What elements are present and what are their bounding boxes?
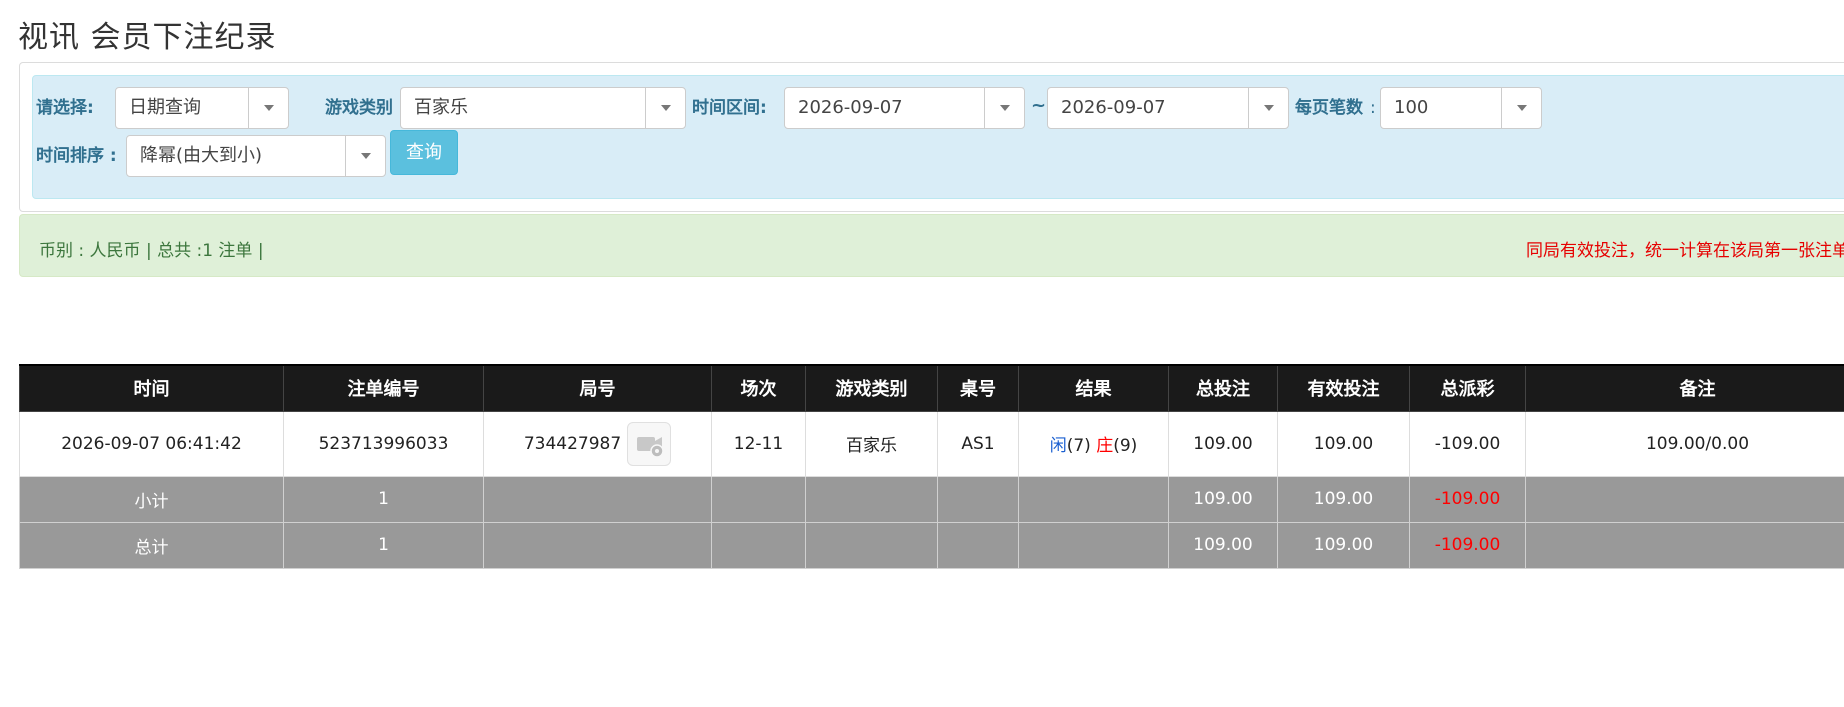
grand-total-row: 总计 1 109.00 109.00 -109.00 (19, 521, 1844, 569)
game-type-select[interactable]: 百家乐 (400, 87, 686, 129)
date-to-select[interactable]: 2026-09-07 (1047, 87, 1289, 129)
subtotal-count: 1 (283, 475, 484, 523)
empty-cell (1018, 521, 1169, 569)
header-session: 场次 (711, 364, 806, 412)
result-player-value: (7) (1066, 436, 1091, 456)
bet-records-table: 时间 注单编号 局号 场次 游戏类别 桌号 结果 总投注 有效投注 总派彩 备注… (19, 364, 1844, 569)
header-round-no: 局号 (483, 364, 712, 412)
subtotal-valid-bet: 109.00 (1277, 475, 1410, 523)
subtotal-label: 小计 (19, 475, 284, 523)
cell-valid-bet: 109.00 (1277, 410, 1410, 477)
select-label: 请选择: (36, 98, 94, 118)
header-bet-id: 注单编号 (283, 364, 484, 412)
sort-value: 降幂(由大到小) (140, 145, 263, 166)
cell-time: 2026-09-07 06:41:42 (19, 410, 284, 477)
grand-total-valid-bet: 109.00 (1277, 521, 1410, 569)
game-type-label: 游戏类别 (325, 98, 393, 118)
header-payout: 总派彩 (1409, 364, 1526, 412)
cell-game-type: 百家乐 (805, 410, 938, 477)
cell-remark: 109.00/0.00 (1525, 410, 1844, 477)
empty-cell (483, 521, 712, 569)
empty-cell (1525, 475, 1844, 523)
empty-cell (711, 475, 806, 523)
chevron-down-icon[interactable] (248, 88, 288, 128)
sort-select[interactable]: 降幂(由大到小) (126, 135, 386, 177)
table-row: 2026-09-07 06:41:42 523713996033 7344279… (19, 410, 1844, 477)
cell-session: 12-11 (711, 410, 806, 477)
range-separator: ~ (1031, 95, 1047, 116)
empty-cell (805, 521, 938, 569)
cell-table-no: AS1 (937, 410, 1019, 477)
chevron-down-icon[interactable] (345, 136, 385, 176)
chevron-down-icon[interactable] (984, 88, 1024, 128)
query-type-value: 日期查询 (129, 97, 201, 118)
info-bar: 币别 : 人民币 | 总共 :1 注单 | 同局有效投注，统一计算在该局第一张注… (19, 214, 1844, 277)
subtotal-payout: -109.00 (1409, 475, 1526, 523)
per-page-colon: : (1370, 98, 1376, 118)
game-type-value: 百家乐 (414, 97, 468, 118)
result-player-label: 闲 (1049, 436, 1067, 456)
empty-cell (483, 475, 712, 523)
cell-result: 闲(7) 庄(9) (1018, 410, 1169, 477)
header-game-type: 游戏类别 (805, 364, 938, 412)
per-page-label: 每页笔数 (1295, 98, 1363, 118)
header-table-no: 桌号 (937, 364, 1019, 412)
result-banker-label: 庄 (1096, 436, 1114, 456)
empty-cell (711, 521, 806, 569)
empty-cell (937, 521, 1019, 569)
table-header-row: 时间 注单编号 局号 场次 游戏类别 桌号 结果 总投注 有效投注 总派彩 备注 (19, 364, 1844, 412)
per-page-select[interactable]: 100 (1380, 87, 1542, 129)
time-range-label: 时间区间: (692, 98, 767, 118)
query-type-select[interactable]: 日期查询 (115, 87, 289, 129)
cell-round-no: 734427987 (483, 410, 712, 477)
chevron-down-icon[interactable] (1501, 88, 1541, 128)
header-time: 时间 (19, 364, 284, 412)
cell-total-bet: 109.00 (1168, 410, 1278, 477)
sort-label: 时间排序 : (36, 146, 117, 166)
date-to-value: 2026-09-07 (1061, 97, 1166, 118)
empty-cell (937, 475, 1019, 523)
empty-cell (805, 475, 938, 523)
valid-bet-note: 同局有效投注，统一计算在该局第一张注单 (1526, 241, 1844, 261)
page-title: 视讯 会员下注纪录 (18, 20, 277, 55)
filter-panel: 请选择: 日期查询 游戏类别 百家乐 时间区间: 2026-09-07 ~ 20… (19, 62, 1844, 212)
bet-summary: 币别 : 人民币 | 总共 :1 注单 | (39, 241, 264, 261)
per-page-value: 100 (1394, 97, 1429, 118)
result-banker-value: (9) (1113, 436, 1138, 456)
grand-total-total-bet: 109.00 (1168, 521, 1278, 569)
video-replay-icon[interactable] (627, 421, 672, 466)
round-no-text: 734427987 (523, 433, 622, 454)
header-total-bet: 总投注 (1168, 364, 1278, 412)
header-remark: 备注 (1525, 364, 1844, 412)
cell-payout: -109.00 (1409, 410, 1526, 477)
grand-total-count: 1 (283, 521, 484, 569)
subtotal-row: 小计 1 109.00 109.00 -109.00 (19, 475, 1844, 523)
query-button[interactable]: 查询 (390, 130, 458, 175)
header-valid-bet: 有效投注 (1277, 364, 1410, 412)
cell-bet-id: 523713996033 (283, 410, 484, 477)
date-from-select[interactable]: 2026-09-07 (784, 87, 1025, 129)
header-result: 结果 (1018, 364, 1169, 412)
empty-cell (1018, 475, 1169, 523)
grand-total-payout: -109.00 (1409, 521, 1526, 569)
filter-box: 请选择: 日期查询 游戏类别 百家乐 时间区间: 2026-09-07 ~ 20… (32, 75, 1844, 199)
date-from-value: 2026-09-07 (798, 97, 903, 118)
grand-total-label: 总计 (19, 521, 284, 569)
chevron-down-icon[interactable] (645, 88, 685, 128)
chevron-down-icon[interactable] (1248, 88, 1288, 128)
empty-cell (1525, 521, 1844, 569)
subtotal-total-bet: 109.00 (1168, 475, 1278, 523)
